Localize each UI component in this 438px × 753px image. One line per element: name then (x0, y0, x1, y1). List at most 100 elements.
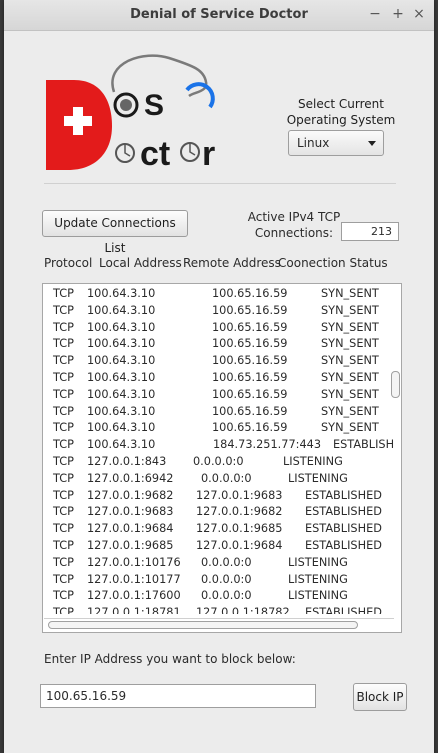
cell-protocol: TCP (53, 555, 74, 569)
chevron-down-icon (368, 141, 376, 146)
cell-local-address: 100.64.3.10 (87, 404, 156, 418)
table-row[interactable]: TCP 100.64.3.10 100.65.16.59 SYN_SENT (43, 404, 395, 421)
connections-rows: TCP 100.64.3.10 100.65.16.59 SYN_SENT TCP 100… (43, 286, 395, 614)
cell-remote-address: 0.0.0.0:0 (201, 589, 252, 603)
cell-remote-address: 100.65.16.59 (212, 287, 288, 300)
table-row[interactable]: TCP 100.64.3.10 100.65.16.59 SYN_SENT (43, 303, 395, 320)
active-connections-label-line1: Active IPv4 TCP (247, 210, 341, 224)
cell-local-address: 127.0.0.1:9682 (87, 488, 174, 502)
cell-protocol: TCP (53, 505, 74, 519)
update-connections-button[interactable]: Update Connections List (42, 210, 188, 255)
cell-protocol: TCP (53, 606, 74, 614)
cell-local-address: 127.0.0.1:9683 (87, 505, 174, 519)
connections-list[interactable]: TCP 100.64.3.10 100.65.16.59 SYN_SENT TCP 100… (42, 283, 402, 633)
cell-protocol: TCP (53, 438, 74, 452)
table-row[interactable]: TCP 100.64.3.10 100.65.16.59 SYN_SENT (43, 370, 395, 387)
table-row[interactable]: TCP 127.0.0.1:9684 127.0.0.1:9685 ESTABLISH… (43, 521, 395, 538)
table-row[interactable]: TCP 100.64.3.10 100.65.16.59 SYN_SENT (43, 353, 395, 370)
active-connections-count: 213 (341, 222, 399, 241)
cell-local-address: 100.64.3.10 (87, 354, 156, 368)
table-row[interactable]: TCP 127.0.0.1:9685 127.0.0.1:9684 ESTABLISH… (43, 538, 395, 555)
cell-status: SYN_SENT (321, 354, 379, 368)
horizontal-scrollbar[interactable] (44, 618, 394, 631)
title-bar[interactable]: Denial of Service Doctor − + × (4, 0, 434, 31)
header-protocol: Protocol (44, 256, 93, 270)
cell-remote-address: 100.65.16.59 (212, 337, 288, 351)
table-row[interactable]: TCP 127.0.0.1:6942 0.0.0.0:0 LISTENING (43, 471, 395, 488)
cell-status: LISTENING (288, 555, 348, 569)
cell-status: LISTENING (288, 572, 348, 586)
table-row[interactable]: TCP 127.0.0.1:18781 127.0.0.1:18782 ESTABLI… (43, 605, 395, 614)
cell-remote-address: 0.0.0.0:0 (201, 572, 252, 586)
dos-doctor-logo: S ct r (46, 54, 215, 172)
os-dropdown-value: Linux (297, 136, 330, 150)
cell-status: ESTABLISHED (305, 505, 382, 519)
cell-protocol: TCP (53, 387, 74, 401)
table-row[interactable]: TCP 127.0.0.1:10176 0.0.0.0:0 LISTENING (43, 555, 395, 572)
cell-remote-address: 184.73.251.77:443 (213, 438, 322, 452)
cell-remote-address: 100.65.16.59 (212, 370, 288, 384)
table-row[interactable]: TCP 127.0.0.1:10177 0.0.0.0:0 LISTENING (43, 572, 395, 589)
cell-protocol: TCP (53, 303, 74, 317)
logo-letter-s: S (144, 89, 164, 122)
cell-protocol: TCP (53, 320, 74, 334)
table-row[interactable]: TCP 127.0.0.1:17600 0.0.0.0:0 LISTENING (43, 588, 395, 605)
os-dropdown[interactable]: Linux (288, 130, 384, 156)
cell-local-address: 127.0.0.1:9684 (87, 522, 174, 536)
header-connection-status: Coonection Status (278, 256, 388, 270)
maximize-button[interactable]: + (391, 6, 405, 22)
cell-status: SYN_SENT (321, 337, 379, 351)
os-label-line1: Select Current (298, 97, 384, 111)
table-row[interactable]: TCP 127.0.0.1:843 0.0.0.0:0 LISTENING (43, 454, 395, 471)
cell-local-address: 100.64.3.10 (87, 370, 156, 384)
cell-status: ESTABLISHED (305, 538, 382, 552)
cell-protocol: TCP (53, 522, 74, 536)
block-ip-input[interactable]: 100.65.16.59 (40, 684, 316, 708)
cell-local-address: 127.0.0.1:9685 (87, 538, 174, 552)
cell-local-address: 100.64.3.10 (87, 387, 156, 401)
table-row[interactable]: TCP 127.0.0.1:9682 127.0.0.1:9683 ESTABLISH… (43, 488, 395, 505)
cell-remote-address: 127.0.0.1:18782 (196, 606, 290, 614)
active-connections-label-line2: Connections: (254, 226, 334, 240)
cell-protocol: TCP (53, 370, 74, 384)
vertical-scrollbar[interactable] (390, 285, 400, 615)
cell-protocol: TCP (53, 354, 74, 368)
cell-local-address: 100.64.3.10 (87, 303, 156, 317)
cell-status: SYN_SENT (321, 320, 379, 334)
table-row[interactable]: TCP 100.64.3.10 100.65.16.59 SYN_SENT (43, 387, 395, 404)
cell-remote-address: 127.0.0.1:9683 (196, 488, 283, 502)
cell-local-address: 127.0.0.1:17600 (87, 589, 181, 603)
table-row[interactable]: TCP 100.64.3.10 100.65.16.59 SYN_SENT (43, 320, 395, 337)
cell-protocol: TCP (53, 589, 74, 603)
cell-status: ESTABLISHED (305, 522, 382, 536)
table-row[interactable]: TCP 100.64.3.10 100.65.16.59 SYN_SENT (43, 420, 395, 437)
minimize-button[interactable]: − (368, 6, 382, 22)
cell-remote-address: 100.65.16.59 (212, 320, 288, 334)
cell-remote-address: 100.65.16.59 (212, 421, 288, 435)
horizontal-scroll-thumb[interactable] (48, 621, 358, 629)
cell-remote-address: 127.0.0.1:9682 (196, 505, 283, 519)
block-ip-label: Enter IP Address you want to block below… (44, 652, 296, 666)
logo-letters-ct: ct (140, 135, 170, 172)
cell-local-address: 127.0.0.1:10177 (87, 572, 181, 586)
os-label-line2: Operating System (286, 113, 396, 127)
table-row[interactable]: TCP 100.64.3.10 100.65.16.59 SYN_SENT (43, 286, 395, 303)
active-connections-label: Active IPv4 TCP Connections: (244, 209, 344, 241)
cell-local-address: 100.64.3.10 (87, 320, 156, 334)
header-remote-address: Remote Address (183, 256, 281, 270)
cell-remote-address: 127.0.0.1:9685 (196, 522, 283, 536)
cell-remote-address: 0.0.0.0:0 (201, 555, 252, 569)
cell-local-address: 100.64.3.10 (87, 421, 156, 435)
cell-status: SYN_SENT (321, 303, 379, 317)
cell-status: SYN_SENT (321, 370, 379, 384)
cell-status: ESTABLISHED (305, 488, 382, 502)
close-button[interactable]: × (412, 6, 426, 22)
table-row[interactable]: TCP 100.64.3.10 100.65.16.59 SYN_SENT (43, 336, 395, 353)
table-row[interactable]: TCP 127.0.0.1:9683 127.0.0.1:9682 ESTABLISH… (43, 504, 395, 521)
cell-remote-address: 0.0.0.0:0 (193, 454, 244, 468)
table-row[interactable]: TCP 100.64.3.10 184.73.251.77:443 ESTABLISH (43, 437, 395, 454)
block-ip-button[interactable]: Block IP (353, 683, 407, 711)
cell-status: SYN_SENT (321, 287, 379, 300)
vertical-scroll-thumb[interactable] (391, 371, 400, 398)
cell-protocol: TCP (53, 538, 74, 552)
